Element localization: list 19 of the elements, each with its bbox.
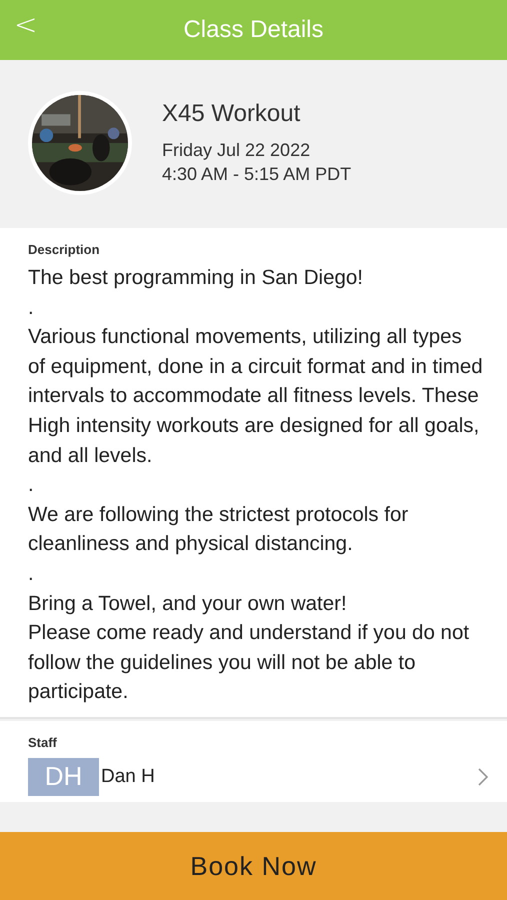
staff-name: Dan H <box>101 766 156 788</box>
description-text: We are following the strictest protocols for cleanliness and physical distancing. <box>28 502 410 558</box>
description-text: . <box>28 472 35 498</box>
book-now-button[interactable]: Book Now <box>0 832 507 900</box>
description-text: Bring a Towel, and your own water! <box>28 590 348 617</box>
staff-row[interactable]: DH Dan H <box>28 756 491 798</box>
section-label: Staff <box>28 734 58 750</box>
section-label: Description <box>28 242 101 257</box>
chevron-right-icon <box>477 766 489 787</box>
description-text: Various functional movements, utilizing all types of equipment, done in a circuit format and in timed intervals to accommodate all fitness levels. These High intensity workouts are designed for all goals, and all levels. <box>28 324 483 469</box>
page-title: Class Details <box>183 16 324 44</box>
class-time: 4:30 AM - 5:15 AM PDT <box>162 162 352 186</box>
description-text: . <box>28 560 35 587</box>
description-text: Please come ready and understand if you do not follow the guidelines you will not be able to participate. <box>28 620 470 706</box>
class-name: X45 Workout <box>162 100 302 128</box>
description-text: . <box>28 294 35 321</box>
class-date: Friday Jul 22 2022 <box>162 138 312 162</box>
initials-avatar: DH <box>28 758 99 796</box>
description-text: The best programming in San Diego! <box>28 265 364 291</box>
